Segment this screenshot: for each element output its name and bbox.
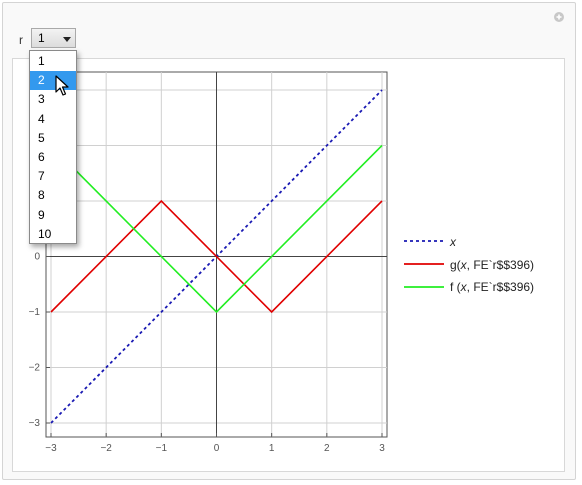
dropdown-option-label: 3 bbox=[38, 92, 45, 107]
dropdown-option-label: 2 bbox=[38, 73, 45, 88]
control-label: r bbox=[19, 33, 23, 47]
dropdown-option-1[interactable]: 1 bbox=[30, 52, 76, 71]
dropdown-option-5[interactable]: 5 bbox=[30, 129, 76, 148]
legend-label-g: g(x, FE`r$$396) bbox=[450, 258, 535, 272]
x-tick-label: −2 bbox=[100, 443, 112, 454]
mouse-cursor-icon bbox=[55, 75, 69, 96]
dropdown-option-label: 10 bbox=[38, 226, 52, 241]
dropdown-option-6[interactable]: 6 bbox=[30, 148, 76, 167]
legend-label-x: x bbox=[450, 235, 456, 249]
dropdown-option-8[interactable]: 8 bbox=[30, 186, 76, 205]
y-tick-label: −1 bbox=[29, 307, 41, 318]
x-tick-label: 2 bbox=[324, 443, 330, 454]
dropdown-option-label: 7 bbox=[38, 169, 45, 184]
legend-label-f: f (x, FE`r$$396) bbox=[450, 280, 535, 294]
r-select[interactable]: 1 bbox=[31, 28, 76, 48]
dropdown-option-3[interactable]: 3 bbox=[30, 90, 76, 109]
dropdown-option-10[interactable]: 10 bbox=[30, 225, 76, 244]
x-tick-label: 3 bbox=[379, 443, 385, 454]
add-icon[interactable] bbox=[552, 10, 566, 24]
dropdown-option-label: 6 bbox=[38, 150, 45, 164]
dropdown-option-label: 1 bbox=[38, 54, 45, 68]
dropdown-option-label: 4 bbox=[38, 111, 45, 126]
dropdown-option-label: 5 bbox=[38, 130, 45, 145]
y-tick-label: 0 bbox=[34, 252, 40, 263]
x-tick-label: 1 bbox=[269, 443, 275, 454]
y-tick-label: −2 bbox=[29, 363, 41, 374]
x-tick-label: 0 bbox=[214, 443, 220, 454]
r-dropdown-list: 1 2 3 4 5 6 7 8 9 10 bbox=[29, 50, 77, 244]
dropdown-option-4[interactable]: 4 bbox=[30, 110, 76, 129]
dropdown-option-7[interactable]: 7 bbox=[30, 167, 76, 186]
dropdown-option-9[interactable]: 9 bbox=[30, 206, 76, 225]
dropdown-option-2[interactable]: 2 bbox=[30, 71, 76, 91]
dropdown-option-label: 9 bbox=[38, 207, 45, 222]
dropdown-option-label: 8 bbox=[38, 188, 45, 203]
chevron-down-icon bbox=[63, 37, 71, 42]
y-tick-label: −3 bbox=[29, 418, 41, 429]
select-value: 1 bbox=[38, 31, 45, 45]
output-area: −3 −2 −1 0 1 2 3 −3 −2 −1 0 x g(x, FE`r$$396) f (x… bbox=[12, 58, 565, 472]
x-tick-label: −1 bbox=[156, 443, 168, 454]
x-tick-label: −3 bbox=[45, 443, 57, 454]
